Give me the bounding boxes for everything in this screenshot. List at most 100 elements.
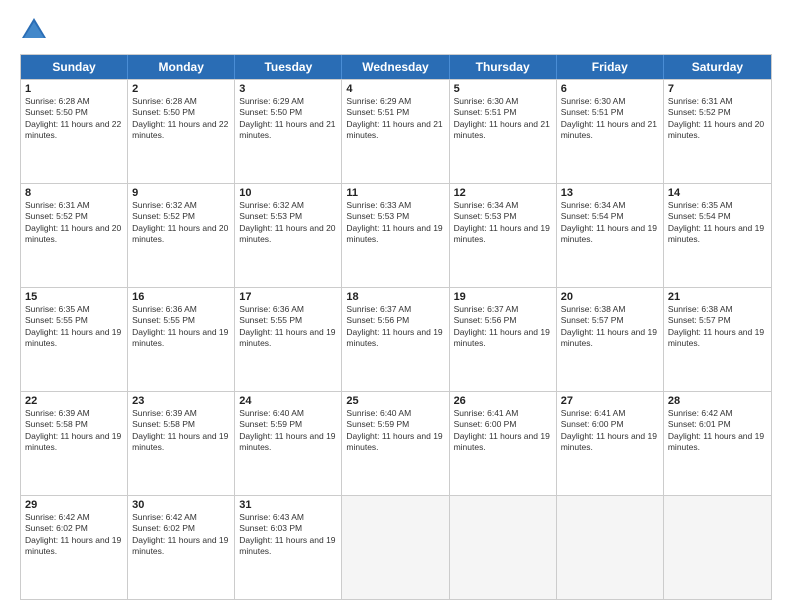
- day-number: 21: [668, 291, 767, 303]
- day-info: Sunrise: 6:39 AM Sunset: 5:58 PM Dayligh…: [132, 408, 230, 454]
- day-number: 28: [668, 395, 767, 407]
- week-row-5: 29Sunrise: 6:42 AM Sunset: 6:02 PM Dayli…: [21, 495, 771, 599]
- day-cell-16: 16Sunrise: 6:36 AM Sunset: 5:55 PM Dayli…: [128, 288, 235, 391]
- day-info: Sunrise: 6:34 AM Sunset: 5:54 PM Dayligh…: [561, 200, 659, 246]
- week-row-1: 1Sunrise: 6:28 AM Sunset: 5:50 PM Daylig…: [21, 79, 771, 183]
- day-info: Sunrise: 6:41 AM Sunset: 6:00 PM Dayligh…: [454, 408, 552, 454]
- day-number: 7: [668, 83, 767, 95]
- day-info: Sunrise: 6:28 AM Sunset: 5:50 PM Dayligh…: [25, 96, 123, 142]
- day-cell-12: 12Sunrise: 6:34 AM Sunset: 5:53 PM Dayli…: [450, 184, 557, 287]
- week-row-2: 8Sunrise: 6:31 AM Sunset: 5:52 PM Daylig…: [21, 183, 771, 287]
- day-info: Sunrise: 6:34 AM Sunset: 5:53 PM Dayligh…: [454, 200, 552, 246]
- day-cell-13: 13Sunrise: 6:34 AM Sunset: 5:54 PM Dayli…: [557, 184, 664, 287]
- day-number: 12: [454, 187, 552, 199]
- day-cell-17: 17Sunrise: 6:36 AM Sunset: 5:55 PM Dayli…: [235, 288, 342, 391]
- day-number: 16: [132, 291, 230, 303]
- week-row-4: 22Sunrise: 6:39 AM Sunset: 5:58 PM Dayli…: [21, 391, 771, 495]
- day-cell-1: 1Sunrise: 6:28 AM Sunset: 5:50 PM Daylig…: [21, 80, 128, 183]
- day-number: 27: [561, 395, 659, 407]
- day-number: 19: [454, 291, 552, 303]
- day-cell-22: 22Sunrise: 6:39 AM Sunset: 5:58 PM Dayli…: [21, 392, 128, 495]
- day-cell-3: 3Sunrise: 6:29 AM Sunset: 5:50 PM Daylig…: [235, 80, 342, 183]
- day-info: Sunrise: 6:36 AM Sunset: 5:55 PM Dayligh…: [132, 304, 230, 350]
- day-number: 1: [25, 83, 123, 95]
- day-number: 15: [25, 291, 123, 303]
- day-info: Sunrise: 6:40 AM Sunset: 5:59 PM Dayligh…: [239, 408, 337, 454]
- header-day-wednesday: Wednesday: [342, 55, 449, 79]
- day-info: Sunrise: 6:35 AM Sunset: 5:54 PM Dayligh…: [668, 200, 767, 246]
- calendar: SundayMondayTuesdayWednesdayThursdayFrid…: [20, 54, 772, 600]
- day-info: Sunrise: 6:37 AM Sunset: 5:56 PM Dayligh…: [454, 304, 552, 350]
- day-cell-5: 5Sunrise: 6:30 AM Sunset: 5:51 PM Daylig…: [450, 80, 557, 183]
- day-info: Sunrise: 6:38 AM Sunset: 5:57 PM Dayligh…: [668, 304, 767, 350]
- day-number: 20: [561, 291, 659, 303]
- day-number: 13: [561, 187, 659, 199]
- header-day-friday: Friday: [557, 55, 664, 79]
- day-cell-4: 4Sunrise: 6:29 AM Sunset: 5:51 PM Daylig…: [342, 80, 449, 183]
- day-cell-2: 2Sunrise: 6:28 AM Sunset: 5:50 PM Daylig…: [128, 80, 235, 183]
- day-cell-20: 20Sunrise: 6:38 AM Sunset: 5:57 PM Dayli…: [557, 288, 664, 391]
- day-number: 6: [561, 83, 659, 95]
- empty-cell: [342, 496, 449, 599]
- day-info: Sunrise: 6:35 AM Sunset: 5:55 PM Dayligh…: [25, 304, 123, 350]
- page: SundayMondayTuesdayWednesdayThursdayFrid…: [0, 0, 792, 612]
- day-number: 5: [454, 83, 552, 95]
- day-info: Sunrise: 6:30 AM Sunset: 5:51 PM Dayligh…: [561, 96, 659, 142]
- day-number: 24: [239, 395, 337, 407]
- empty-cell: [664, 496, 771, 599]
- day-number: 9: [132, 187, 230, 199]
- day-cell-26: 26Sunrise: 6:41 AM Sunset: 6:00 PM Dayli…: [450, 392, 557, 495]
- day-number: 26: [454, 395, 552, 407]
- header-day-monday: Monday: [128, 55, 235, 79]
- day-info: Sunrise: 6:40 AM Sunset: 5:59 PM Dayligh…: [346, 408, 444, 454]
- day-number: 14: [668, 187, 767, 199]
- day-info: Sunrise: 6:41 AM Sunset: 6:00 PM Dayligh…: [561, 408, 659, 454]
- day-number: 8: [25, 187, 123, 199]
- day-cell-11: 11Sunrise: 6:33 AM Sunset: 5:53 PM Dayli…: [342, 184, 449, 287]
- day-info: Sunrise: 6:31 AM Sunset: 5:52 PM Dayligh…: [25, 200, 123, 246]
- calendar-body: 1Sunrise: 6:28 AM Sunset: 5:50 PM Daylig…: [21, 79, 771, 599]
- day-cell-19: 19Sunrise: 6:37 AM Sunset: 5:56 PM Dayli…: [450, 288, 557, 391]
- logo: [20, 16, 52, 44]
- day-info: Sunrise: 6:32 AM Sunset: 5:53 PM Dayligh…: [239, 200, 337, 246]
- day-info: Sunrise: 6:39 AM Sunset: 5:58 PM Dayligh…: [25, 408, 123, 454]
- day-number: 3: [239, 83, 337, 95]
- day-cell-28: 28Sunrise: 6:42 AM Sunset: 6:01 PM Dayli…: [664, 392, 771, 495]
- day-cell-29: 29Sunrise: 6:42 AM Sunset: 6:02 PM Dayli…: [21, 496, 128, 599]
- day-info: Sunrise: 6:37 AM Sunset: 5:56 PM Dayligh…: [346, 304, 444, 350]
- day-number: 29: [25, 499, 123, 511]
- day-info: Sunrise: 6:42 AM Sunset: 6:02 PM Dayligh…: [25, 512, 123, 558]
- day-cell-7: 7Sunrise: 6:31 AM Sunset: 5:52 PM Daylig…: [664, 80, 771, 183]
- header-day-thursday: Thursday: [450, 55, 557, 79]
- day-cell-23: 23Sunrise: 6:39 AM Sunset: 5:58 PM Dayli…: [128, 392, 235, 495]
- day-info: Sunrise: 6:36 AM Sunset: 5:55 PM Dayligh…: [239, 304, 337, 350]
- header-day-sunday: Sunday: [21, 55, 128, 79]
- calendar-header: SundayMondayTuesdayWednesdayThursdayFrid…: [21, 55, 771, 79]
- day-number: 22: [25, 395, 123, 407]
- day-number: 30: [132, 499, 230, 511]
- day-info: Sunrise: 6:29 AM Sunset: 5:51 PM Dayligh…: [346, 96, 444, 142]
- header-day-saturday: Saturday: [664, 55, 771, 79]
- empty-cell: [450, 496, 557, 599]
- header-day-tuesday: Tuesday: [235, 55, 342, 79]
- day-cell-9: 9Sunrise: 6:32 AM Sunset: 5:52 PM Daylig…: [128, 184, 235, 287]
- day-cell-15: 15Sunrise: 6:35 AM Sunset: 5:55 PM Dayli…: [21, 288, 128, 391]
- day-cell-30: 30Sunrise: 6:42 AM Sunset: 6:02 PM Dayli…: [128, 496, 235, 599]
- day-number: 2: [132, 83, 230, 95]
- day-info: Sunrise: 6:32 AM Sunset: 5:52 PM Dayligh…: [132, 200, 230, 246]
- day-info: Sunrise: 6:30 AM Sunset: 5:51 PM Dayligh…: [454, 96, 552, 142]
- day-cell-8: 8Sunrise: 6:31 AM Sunset: 5:52 PM Daylig…: [21, 184, 128, 287]
- day-info: Sunrise: 6:31 AM Sunset: 5:52 PM Dayligh…: [668, 96, 767, 142]
- day-info: Sunrise: 6:42 AM Sunset: 6:01 PM Dayligh…: [668, 408, 767, 454]
- day-cell-25: 25Sunrise: 6:40 AM Sunset: 5:59 PM Dayli…: [342, 392, 449, 495]
- day-cell-27: 27Sunrise: 6:41 AM Sunset: 6:00 PM Dayli…: [557, 392, 664, 495]
- day-info: Sunrise: 6:38 AM Sunset: 5:57 PM Dayligh…: [561, 304, 659, 350]
- day-cell-24: 24Sunrise: 6:40 AM Sunset: 5:59 PM Dayli…: [235, 392, 342, 495]
- day-info: Sunrise: 6:33 AM Sunset: 5:53 PM Dayligh…: [346, 200, 444, 246]
- logo-icon: [20, 16, 48, 44]
- header: [20, 16, 772, 44]
- day-cell-18: 18Sunrise: 6:37 AM Sunset: 5:56 PM Dayli…: [342, 288, 449, 391]
- day-number: 10: [239, 187, 337, 199]
- day-info: Sunrise: 6:28 AM Sunset: 5:50 PM Dayligh…: [132, 96, 230, 142]
- day-cell-10: 10Sunrise: 6:32 AM Sunset: 5:53 PM Dayli…: [235, 184, 342, 287]
